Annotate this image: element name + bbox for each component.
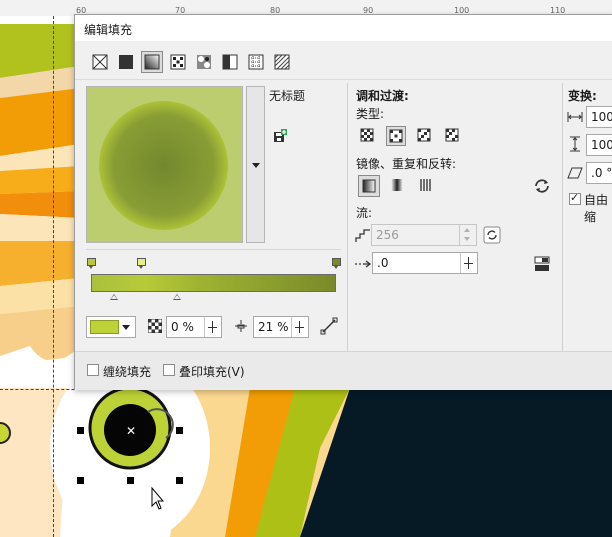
node-transparency-value: 0 % xyxy=(171,320,194,334)
separator xyxy=(562,83,563,351)
bitmap-pattern-fill-button[interactable] xyxy=(193,51,215,73)
reverse-colors-icon[interactable] xyxy=(533,177,551,195)
acceleration-icon xyxy=(355,260,372,268)
texture-fill-icon xyxy=(248,54,264,70)
guideline-vertical[interactable] xyxy=(53,16,54,537)
node-transparency-input[interactable]: 0 % xyxy=(166,316,222,338)
wrap-fill-checkbox[interactable] xyxy=(87,364,99,376)
conical-fountain-button[interactable] xyxy=(415,126,435,146)
two-color-pattern-icon xyxy=(222,54,238,70)
vector-pattern-fill-button[interactable] xyxy=(167,51,189,73)
fill-width-icon xyxy=(567,112,583,122)
fill-height-icon xyxy=(570,136,580,152)
fountain-fill-icon xyxy=(144,54,160,70)
node-position-value: 21 % xyxy=(258,320,289,334)
steps-icon xyxy=(355,229,370,242)
reflect-fountain-button[interactable] xyxy=(387,175,409,197)
free-angle-transform-icon[interactable] xyxy=(320,317,338,335)
edit-fill-dialog: 编辑填充 无标题 0 % 21 % 调和过渡: 类型: 镜像、重复和反转: 流:… xyxy=(74,14,612,390)
texture-fill-button[interactable] xyxy=(245,51,267,73)
separator xyxy=(75,79,612,80)
dialog-footer: 缠绕填充 叠印填充(V) xyxy=(75,351,612,390)
overprint-fill-label: 叠印填充(V) xyxy=(179,365,245,379)
linear-fountain-icon xyxy=(360,128,374,142)
steps-input[interactable]: 256 xyxy=(371,224,477,246)
postscript-fill-icon xyxy=(274,54,290,70)
fountain-fill-button[interactable] xyxy=(141,51,163,73)
dialog-titlebar[interactable]: 编辑填充 xyxy=(75,15,612,41)
acceleration-value: .0 xyxy=(377,256,389,270)
transparency-icon xyxy=(148,319,162,333)
default-fountain-icon xyxy=(362,179,376,193)
steps-spinner[interactable] xyxy=(459,225,476,245)
fill-height-input[interactable]: 100.0 xyxy=(586,134,612,156)
dropdown-arrow-icon xyxy=(252,163,260,168)
slider-toggle-button[interactable] xyxy=(291,317,308,337)
wrap-fill-label: 缠绕填充 xyxy=(103,365,152,379)
elliptical-gradient-preview xyxy=(99,101,228,230)
two-color-pattern-fill-button[interactable] xyxy=(219,51,241,73)
dropdown-arrow-icon xyxy=(122,325,130,330)
repeat-fountain-button[interactable] xyxy=(416,175,438,197)
elliptical-fountain-button[interactable] xyxy=(386,126,406,146)
save-fill-icon[interactable] xyxy=(273,129,287,143)
repeat-fountain-icon xyxy=(420,179,431,191)
gradient-node-end[interactable] xyxy=(332,258,341,269)
rectangular-fountain-icon xyxy=(445,128,459,142)
mirror-repeat-label: 镜像、重复和反转: xyxy=(356,157,457,171)
preset-name-label: 无标题 xyxy=(269,89,306,103)
separator xyxy=(347,83,348,351)
conical-fountain-icon xyxy=(417,128,431,142)
no-fill-button[interactable] xyxy=(89,51,111,73)
steps-value: 256 xyxy=(376,228,399,242)
fountain-type-label: 类型: xyxy=(356,107,385,121)
smooth-transition-icon[interactable] xyxy=(533,255,551,273)
elliptical-fountain-icon xyxy=(389,129,403,143)
blend-heading: 调和过渡: xyxy=(356,89,409,103)
lock-steps-icon[interactable] xyxy=(483,226,501,244)
free-scale-checkbox[interactable] xyxy=(569,191,581,205)
svg-text:✕: ✕ xyxy=(126,424,136,438)
separator xyxy=(86,249,341,250)
gradient-node-selected[interactable] xyxy=(137,258,146,269)
linear-fountain-button[interactable] xyxy=(358,126,378,146)
free-scale-label: 自由缩 xyxy=(584,193,609,224)
skew-input[interactable]: .0 ° xyxy=(586,162,612,184)
uniform-fill-icon xyxy=(119,55,133,69)
node-position-icon xyxy=(235,320,247,332)
rectangular-fountain-button[interactable] xyxy=(443,126,463,146)
node-position-input[interactable]: 21 % xyxy=(253,316,309,338)
bitmap-pattern-icon xyxy=(197,55,211,69)
overprint-fill-checkbox[interactable] xyxy=(163,364,175,376)
fill-preview xyxy=(86,86,243,243)
no-fill-icon xyxy=(92,54,108,70)
midpoint-slider[interactable] xyxy=(110,294,118,300)
transform-heading: 变换: xyxy=(568,89,597,103)
gradient-node-start[interactable] xyxy=(87,258,96,269)
skew-value: .0 ° xyxy=(591,166,612,180)
reflect-fountain-icon xyxy=(391,179,403,191)
skew-icon xyxy=(567,167,583,179)
color-swatch xyxy=(90,320,119,334)
fill-height-value: 100.0 xyxy=(591,138,612,152)
node-color-picker[interactable] xyxy=(86,316,136,338)
vector-pattern-icon xyxy=(170,54,186,70)
fill-width-input[interactable]: 100.0 xyxy=(586,106,612,128)
slider-toggle-button[interactable] xyxy=(460,253,477,273)
default-fountain-button[interactable] xyxy=(358,175,380,197)
gradient-ramp[interactable] xyxy=(91,274,336,292)
uniform-fill-button[interactable] xyxy=(115,51,137,73)
fill-width-value: 100.0 xyxy=(591,110,612,124)
dialog-title: 编辑填充 xyxy=(84,23,133,37)
slider-toggle-button[interactable] xyxy=(204,317,221,337)
fill-picker-dropdown[interactable] xyxy=(246,86,265,243)
flow-label: 流: xyxy=(356,206,373,220)
acceleration-input[interactable]: .0 xyxy=(372,252,478,274)
midpoint-slider[interactable] xyxy=(173,294,181,300)
postscript-fill-button[interactable] xyxy=(271,51,293,73)
artwork-lower[interactable]: ✕ xyxy=(0,388,612,537)
